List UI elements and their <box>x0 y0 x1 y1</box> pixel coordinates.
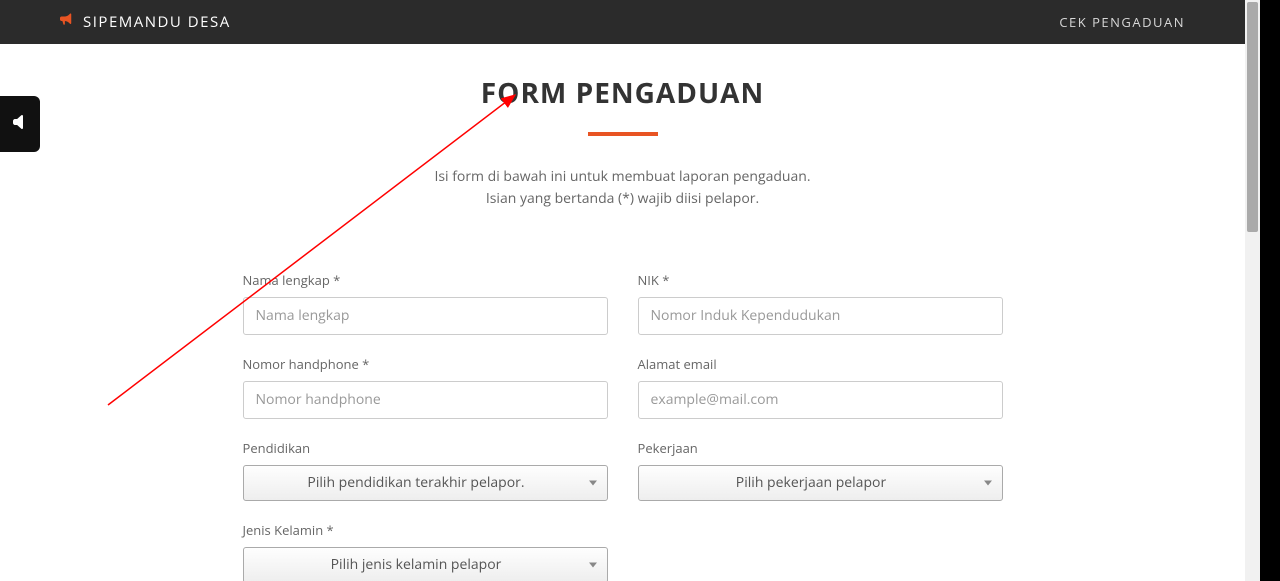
chevron-down-icon <box>589 562 597 567</box>
select-pendidikan-text: Pilih pendidikan terakhir pelapor. <box>256 473 577 492</box>
field-pendidikan: Pendidikan Pilih pendidikan terakhir pel… <box>243 439 608 501</box>
label-nomor-hp: Nomor handphone * <box>243 355 608 373</box>
main-content: FORM PENGADUAN Isi form di bawah ini unt… <box>0 44 1245 581</box>
chevron-down-icon <box>984 480 992 485</box>
chevron-down-icon <box>589 480 597 485</box>
label-jenis-kelamin: Jenis Kelamin * <box>243 521 608 539</box>
field-email: Alamat email <box>638 355 1003 419</box>
label-nik: NIK * <box>638 271 1003 289</box>
label-pendidikan: Pendidikan <box>243 439 608 457</box>
label-pekerjaan: Pekerjaan <box>638 439 1003 457</box>
field-nama-lengkap: Nama lengkap * <box>243 271 608 335</box>
select-jenis-kelamin[interactable]: Pilih jenis kelamin pelapor <box>243 547 608 581</box>
field-pekerjaan: Pekerjaan Pilih pekerjaan pelapor <box>638 439 1003 501</box>
form-grid: Nama lengkap * NIK * Nomor handphone * A… <box>243 271 1003 581</box>
input-nama-lengkap[interactable] <box>243 297 608 335</box>
title-divider <box>588 132 658 136</box>
volume-icon <box>12 113 28 135</box>
select-pekerjaan[interactable]: Pilih pekerjaan pelapor <box>638 465 1003 501</box>
input-nomor-hp[interactable] <box>243 381 608 419</box>
navbar: SIPEMANDU DESA CEK PENGADUAN <box>0 0 1245 44</box>
page-subtitle: Isi form di bawah ini untuk membuat lapo… <box>0 166 1245 211</box>
input-email[interactable] <box>638 381 1003 419</box>
nav-cek-pengaduan[interactable]: CEK PENGADUAN <box>1059 13 1185 31</box>
select-jenis-kelamin-text: Pilih jenis kelamin pelapor <box>256 555 577 574</box>
bullhorn-icon <box>60 12 75 32</box>
scrollbar-thumb[interactable] <box>1247 2 1258 232</box>
subtitle-line-2: Isian yang bertanda (*) wajib diisi pela… <box>486 189 759 208</box>
subtitle-line-1: Isi form di bawah ini untuk membuat lapo… <box>434 167 810 186</box>
brand-label: SIPEMANDU DESA <box>83 12 231 32</box>
select-pendidikan[interactable]: Pilih pendidikan terakhir pelapor. <box>243 465 608 501</box>
label-nama-lengkap: Nama lengkap * <box>243 271 608 289</box>
field-nik: NIK * <box>638 271 1003 335</box>
field-jenis-kelamin: Jenis Kelamin * Pilih jenis kelamin pela… <box>243 521 608 581</box>
input-nik[interactable] <box>638 297 1003 335</box>
side-volume-tab[interactable] <box>0 96 40 152</box>
page-title: FORM PENGADUAN <box>0 74 1245 112</box>
select-pekerjaan-text: Pilih pekerjaan pelapor <box>651 473 972 492</box>
label-email: Alamat email <box>638 355 1003 373</box>
field-nomor-hp: Nomor handphone * <box>243 355 608 419</box>
brand[interactable]: SIPEMANDU DESA <box>60 12 231 32</box>
window-border-right <box>1260 0 1280 581</box>
